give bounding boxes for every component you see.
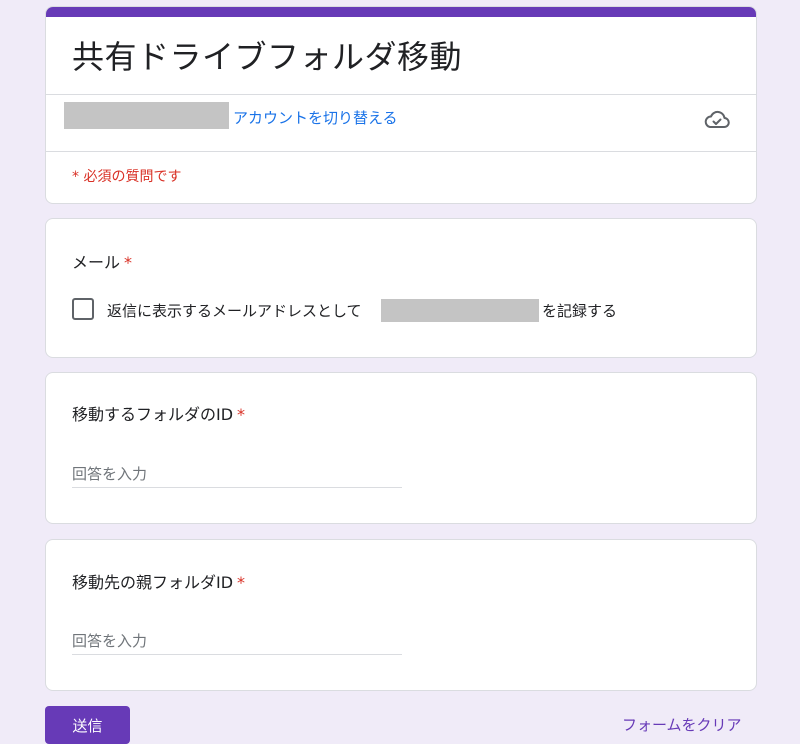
switch-account-link[interactable]: アカウントを切り替える	[233, 107, 398, 128]
required-star: *	[237, 573, 246, 592]
clear-form-link[interactable]: フォームをクリア	[622, 714, 742, 735]
redacted-account-email	[64, 102, 229, 129]
record-email-checkbox[interactable]	[72, 298, 94, 320]
email-question-title: メール *	[72, 249, 132, 273]
form-header-card: 共有ドライブフォルダ移動 アカウントを切り替える * 必須の質問です	[45, 6, 757, 204]
required-star: *	[124, 253, 133, 272]
submit-button[interactable]: 送信	[45, 706, 130, 744]
checkbox-label-before: 返信に表示するメールアドレスとして	[107, 302, 362, 320]
form-title: 共有ドライブフォルダ移動	[72, 38, 463, 76]
checkbox-label-after: を記録する	[542, 302, 618, 320]
email-title-text: メール	[72, 253, 121, 272]
parent-folder-id-input[interactable]	[72, 628, 402, 655]
divider	[46, 94, 756, 95]
divider	[46, 151, 756, 152]
required-star: *	[237, 405, 246, 424]
question-title-text: 移動先の親フォルダID	[72, 573, 234, 592]
redacted-email	[381, 299, 539, 322]
folder-id-input[interactable]	[72, 461, 402, 488]
question-title: 移動先の親フォルダID *	[72, 569, 245, 593]
question-card-folder-id: 移動するフォルダのID *	[45, 372, 757, 524]
required-note: * 必須の質問です	[72, 169, 182, 185]
email-card: メール * 返信に表示するメールアドレスとして を記録する	[45, 218, 757, 358]
question-title: 移動するフォルダのID *	[72, 401, 245, 425]
question-title-text: 移動するフォルダのID	[72, 405, 234, 424]
accent-bar	[46, 7, 756, 17]
question-card-parent-folder-id: 移動先の親フォルダID *	[45, 539, 757, 691]
cloud-check-icon[interactable]	[703, 108, 731, 132]
